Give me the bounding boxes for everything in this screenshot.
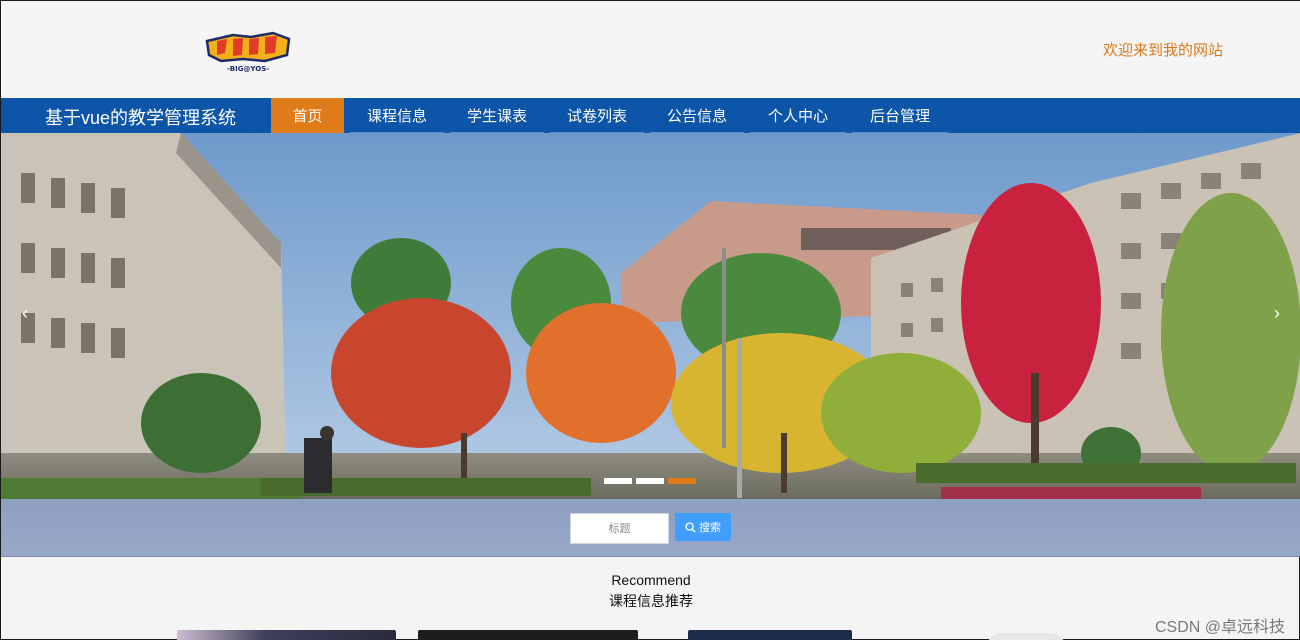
- nav-item-label: 个人中心: [767, 108, 828, 125]
- carousel-next-button[interactable]: ›: [1267, 303, 1287, 327]
- chevron-right-icon: ›: [1274, 303, 1280, 323]
- site-title: 基于vue的教学管理系统: [45, 108, 237, 128]
- nav-item-label: 学生课表: [466, 108, 527, 125]
- course-card[interactable]: [688, 630, 852, 640]
- carousel-indicator-active[interactable]: [668, 478, 696, 484]
- course-card[interactable]: [986, 633, 1066, 640]
- search-button[interactable]: 搜索: [675, 513, 731, 541]
- search-icon: [685, 521, 696, 533]
- nav-item-student-schedule[interactable]: 学生课表: [448, 98, 546, 133]
- watermark: CSDN @卓远科技: [1154, 619, 1285, 636]
- banner-carousel[interactable]: ‹ ›: [1, 133, 1300, 499]
- nav-item-personal-center[interactable]: 个人中心: [748, 98, 848, 133]
- nav-item-label: 首页: [292, 108, 323, 125]
- recommend-title-cn: 课程信息推荐: [609, 593, 693, 609]
- search-bar: 搜索: [1, 499, 1300, 557]
- welcome-text: 欢迎来到我的网站: [1102, 42, 1223, 59]
- nav-item-label: 后台管理: [869, 108, 930, 125]
- nav-item-home[interactable]: 首页: [271, 98, 344, 133]
- carousel-indicator[interactable]: [604, 478, 632, 484]
- nav-item-courses[interactable]: 课程信息: [348, 98, 446, 133]
- campus-photo: [1, 133, 1300, 499]
- svg-text:-BIG@YOS-: -BIG@YOS-: [227, 65, 269, 73]
- site-logo[interactable]: -BIG@YOS-: [203, 27, 293, 73]
- top-header: -BIG@YOS- 欢迎来到我的网站: [1, 1, 1300, 98]
- carousel-prev-button[interactable]: ‹: [15, 303, 35, 327]
- nav-item-label: 试卷列表: [566, 108, 627, 125]
- main-navbar: 基于vue的教学管理系统 首页 课程信息 学生课表 试卷列表 公告信息 个人中心…: [1, 98, 1300, 133]
- recommend-title-en: Recommend: [611, 572, 691, 588]
- course-card[interactable]: [418, 630, 638, 640]
- nav-item-admin[interactable]: 后台管理: [850, 98, 950, 133]
- nav-item-announcements[interactable]: 公告信息: [648, 98, 746, 133]
- search-button-label: 搜索: [699, 522, 721, 534]
- search-input[interactable]: [570, 513, 669, 544]
- carousel-indicator[interactable]: [636, 478, 664, 484]
- nav-item-label: 课程信息: [366, 108, 427, 125]
- nav-item-exam-list[interactable]: 试卷列表: [548, 98, 646, 133]
- carousel-indicators: [604, 478, 696, 484]
- course-card[interactable]: [177, 630, 396, 640]
- chevron-left-icon: ‹: [22, 303, 28, 323]
- nav-item-label: 公告信息: [666, 108, 727, 125]
